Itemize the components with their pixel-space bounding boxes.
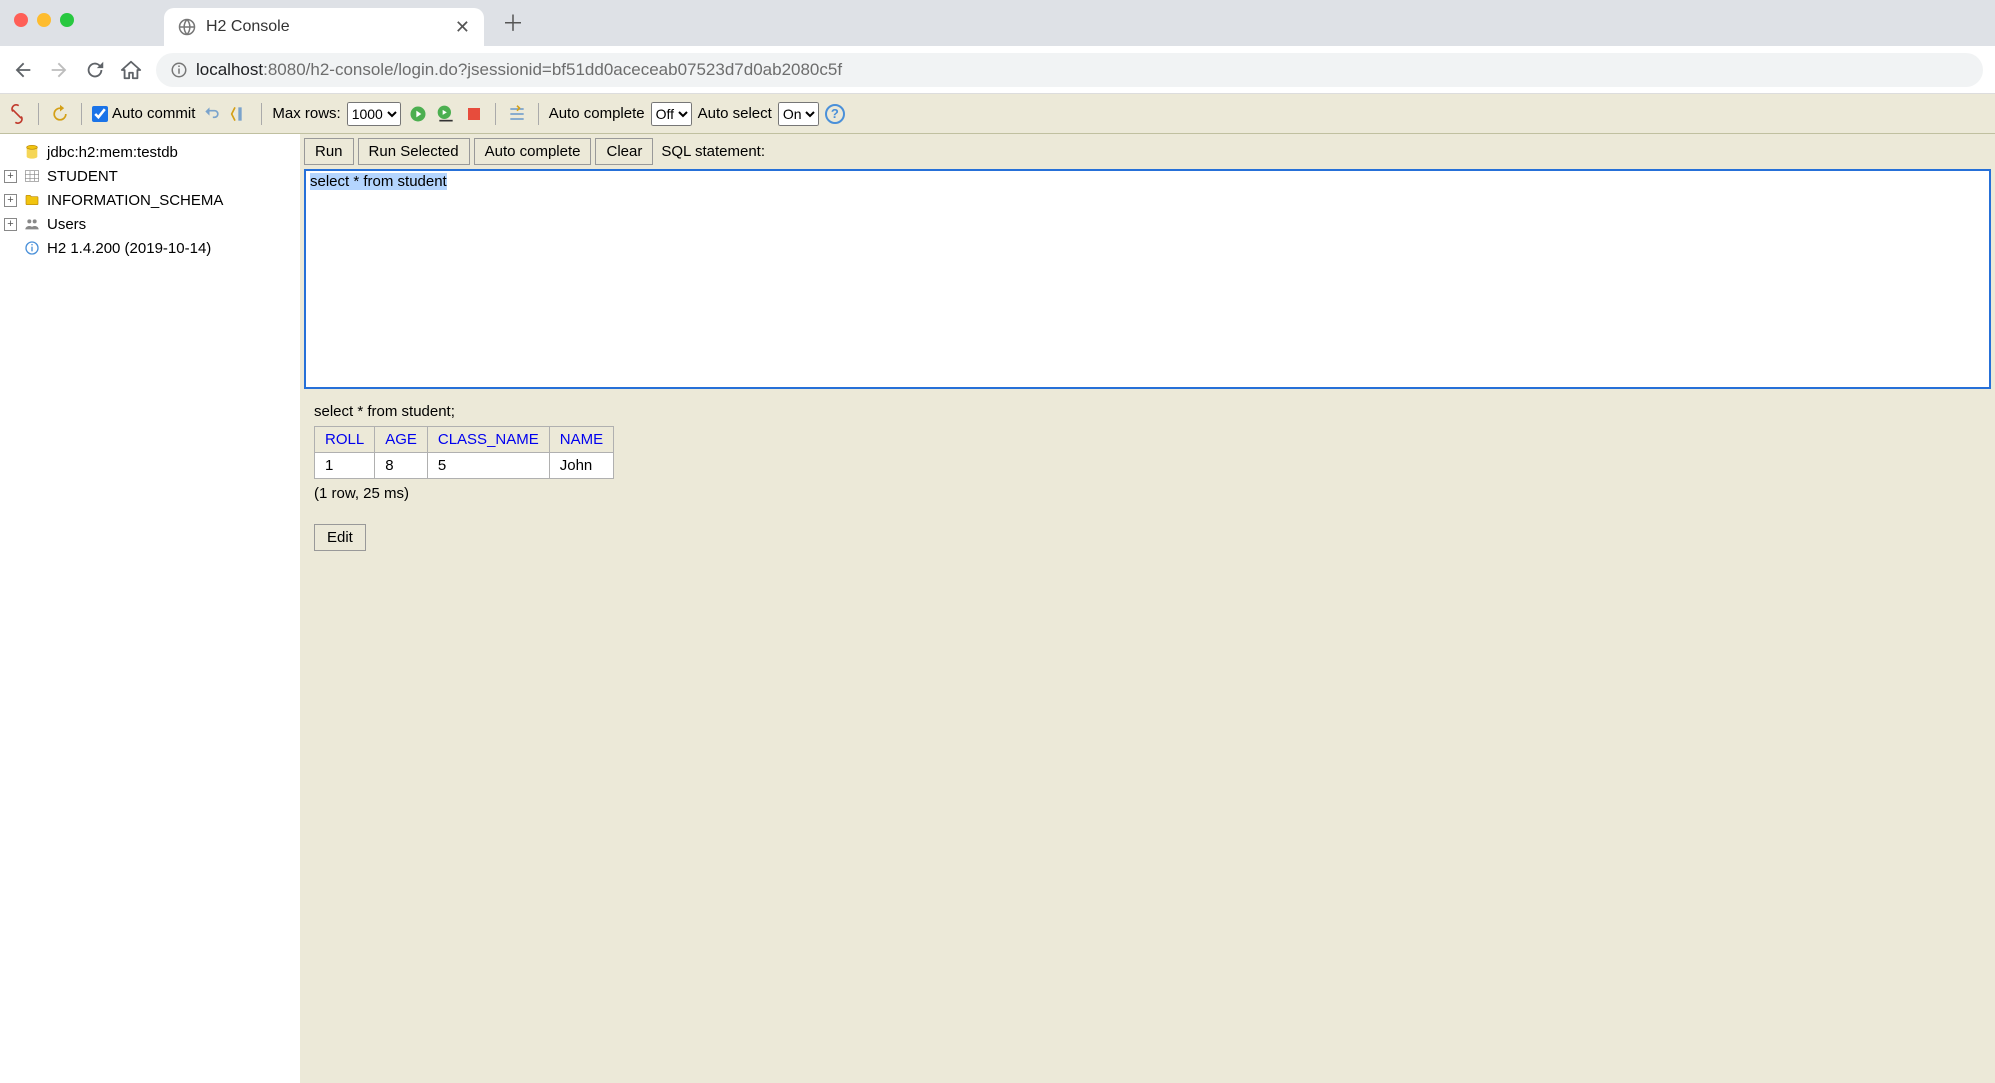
sql-button-row: Run Run Selected Auto complete Clear SQL… — [300, 134, 1995, 169]
auto-commit-checkbox[interactable] — [92, 106, 108, 122]
back-button[interactable] — [12, 59, 34, 81]
results-query-echo: select * from student; — [314, 403, 1981, 420]
tab-strip: H2 Console ✕ ＋ — [0, 0, 1995, 46]
tree-item-student[interactable]: + STUDENT — [4, 164, 296, 188]
column-link[interactable]: CLASS_NAME — [438, 431, 539, 448]
url-host: localhost — [196, 60, 263, 79]
edit-button[interactable]: Edit — [314, 524, 366, 551]
table-column-header[interactable]: AGE — [375, 427, 428, 453]
auto-complete-label: Auto complete — [549, 105, 645, 122]
column-link[interactable]: AGE — [385, 431, 417, 448]
auto-select-select[interactable]: On — [778, 102, 819, 126]
refresh-icon[interactable] — [49, 103, 71, 125]
run-selected-icon[interactable] — [435, 103, 457, 125]
table-cell: 1 — [315, 453, 375, 479]
expand-icon[interactable]: + — [4, 194, 17, 207]
url-text: localhost:8080/h2-console/login.do?jsess… — [196, 60, 842, 80]
column-link[interactable]: ROLL — [325, 431, 364, 448]
new-tab-button[interactable]: ＋ — [502, 6, 524, 38]
table-cell: 5 — [427, 453, 549, 479]
users-icon — [23, 215, 41, 233]
tree-label: INFORMATION_SCHEMA — [47, 192, 223, 209]
tree-label: Users — [47, 216, 86, 233]
table-cell: 8 — [375, 453, 428, 479]
auto-complete-select[interactable]: Off — [651, 102, 692, 126]
close-window-button[interactable] — [14, 13, 28, 27]
home-button[interactable] — [120, 59, 142, 81]
max-rows-select[interactable]: 1000 — [347, 102, 401, 126]
auto-select-label: Auto select — [698, 105, 772, 122]
address-bar-row: localhost:8080/h2-console/login.do?jsess… — [0, 46, 1995, 94]
tree-connection[interactable]: jdbc:h2:mem:testdb — [4, 140, 296, 164]
sql-statement-label: SQL statement: — [661, 143, 765, 160]
history-icon[interactable] — [506, 103, 528, 125]
auto-complete-button[interactable]: Auto complete — [474, 138, 592, 165]
tree-item-users[interactable]: + Users — [4, 212, 296, 236]
auto-commit-control[interactable]: Auto commit — [92, 105, 195, 122]
auto-commit-label: Auto commit — [112, 105, 195, 122]
address-bar[interactable]: localhost:8080/h2-console/login.do?jsess… — [156, 53, 1983, 87]
info-icon — [23, 239, 41, 257]
site-info-icon[interactable] — [170, 61, 188, 79]
table-row: 185John — [315, 453, 614, 479]
tree-label: STUDENT — [47, 168, 118, 185]
main-area: jdbc:h2:mem:testdb + STUDENT + INFORMATI… — [0, 134, 1995, 1083]
folder-icon — [23, 191, 41, 209]
sidebar: jdbc:h2:mem:testdb + STUDENT + INFORMATI… — [0, 134, 300, 1083]
connection-label: jdbc:h2:mem:testdb — [47, 144, 178, 161]
results-meta: (1 row, 25 ms) — [314, 485, 1981, 502]
database-icon — [23, 143, 41, 161]
content-area: Run Run Selected Auto complete Clear SQL… — [300, 134, 1995, 1083]
tree-version: H2 1.4.200 (2019-10-14) — [4, 236, 296, 260]
table-column-header[interactable]: CLASS_NAME — [427, 427, 549, 453]
disconnect-icon[interactable] — [6, 103, 28, 125]
sql-editor[interactable]: select * from student — [304, 169, 1991, 389]
version-label: H2 1.4.200 (2019-10-14) — [47, 240, 211, 257]
tab-title: H2 Console — [206, 18, 445, 36]
table-column-header[interactable]: ROLL — [315, 427, 375, 453]
tree-item-information-schema[interactable]: + INFORMATION_SCHEMA — [4, 188, 296, 212]
help-icon[interactable]: ? — [825, 104, 845, 124]
browser-chrome: H2 Console ✕ ＋ localhost:8080/h2-console… — [0, 0, 1995, 94]
run-selected-button[interactable]: Run Selected — [358, 138, 470, 165]
window-controls — [14, 13, 74, 27]
table-column-header[interactable]: NAME — [549, 427, 613, 453]
close-tab-icon[interactable]: ✕ — [455, 17, 470, 38]
minimize-window-button[interactable] — [37, 13, 51, 27]
h2-toolbar: Auto commit Max rows: 1000 Auto complete… — [0, 94, 1995, 134]
rollback-icon[interactable] — [201, 103, 223, 125]
max-rows-label: Max rows: — [272, 105, 340, 122]
forward-button[interactable] — [48, 59, 70, 81]
commit-icon[interactable] — [229, 103, 251, 125]
table-icon — [23, 167, 41, 185]
run-button[interactable]: Run — [304, 138, 354, 165]
column-link[interactable]: NAME — [560, 431, 603, 448]
expand-icon[interactable]: + — [4, 218, 17, 231]
sql-editor-text: select * from student — [310, 173, 447, 190]
results-area: select * from student; ROLL AGE CLASS_NAME… — [300, 389, 1995, 565]
clear-button[interactable]: Clear — [595, 138, 653, 165]
stop-icon[interactable] — [463, 103, 485, 125]
url-path: :8080/h2-console/login.do?jsessionid=bf5… — [263, 60, 842, 79]
results-table: ROLL AGE CLASS_NAME NAME 185John — [314, 426, 614, 479]
reload-button[interactable] — [84, 59, 106, 81]
run-icon[interactable] — [407, 103, 429, 125]
table-cell: John — [549, 453, 613, 479]
expand-icon[interactable]: + — [4, 170, 17, 183]
browser-tab[interactable]: H2 Console ✕ — [164, 8, 484, 46]
maximize-window-button[interactable] — [60, 13, 74, 27]
globe-icon — [178, 18, 196, 36]
table-header-row: ROLL AGE CLASS_NAME NAME — [315, 427, 614, 453]
